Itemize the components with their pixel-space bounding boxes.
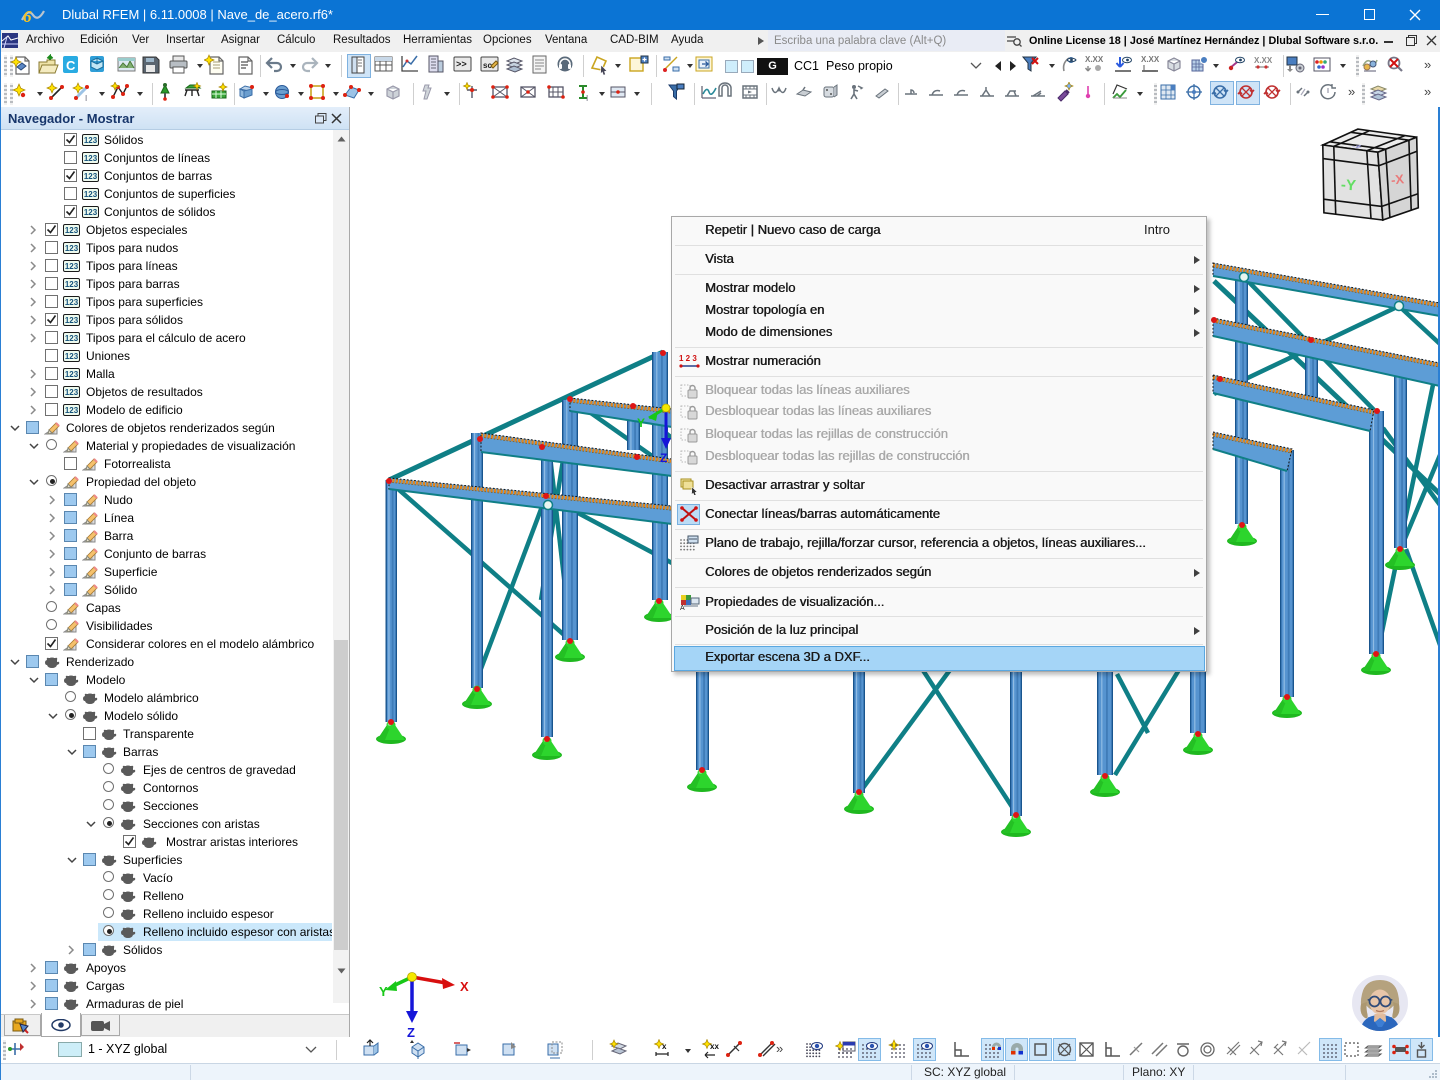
svg-text:x: x — [662, 1042, 667, 1051]
svg-text:Y: Y — [637, 416, 645, 430]
svg-text:I: I — [586, 94, 588, 103]
svg-text:X.XX: X.XX — [1141, 55, 1160, 64]
svg-text:Y: Y — [379, 984, 388, 999]
svg-text:X.XX: X.XX — [1254, 56, 1273, 65]
svg-text:6: 6 — [23, 7, 32, 25]
svg-text:>>: >> — [456, 60, 467, 70]
svg-text:Z: Z — [407, 1025, 415, 1037]
svg-text:1 2 3: 1 2 3 — [679, 354, 697, 363]
svg-text:X: X — [460, 979, 469, 994]
svg-text:Z: Z — [660, 451, 667, 465]
svg-text:X.XX: X.XX — [1085, 55, 1104, 64]
svg-text:-Y: -Y — [1340, 176, 1356, 194]
svg-text:xx: xx — [710, 1042, 719, 1051]
svg-text:I: I — [85, 94, 87, 103]
svg-text:-Z: -Z — [1352, 144, 1362, 149]
svg-text:-X: -X — [1390, 171, 1405, 187]
svg-text:C: C — [66, 58, 76, 73]
